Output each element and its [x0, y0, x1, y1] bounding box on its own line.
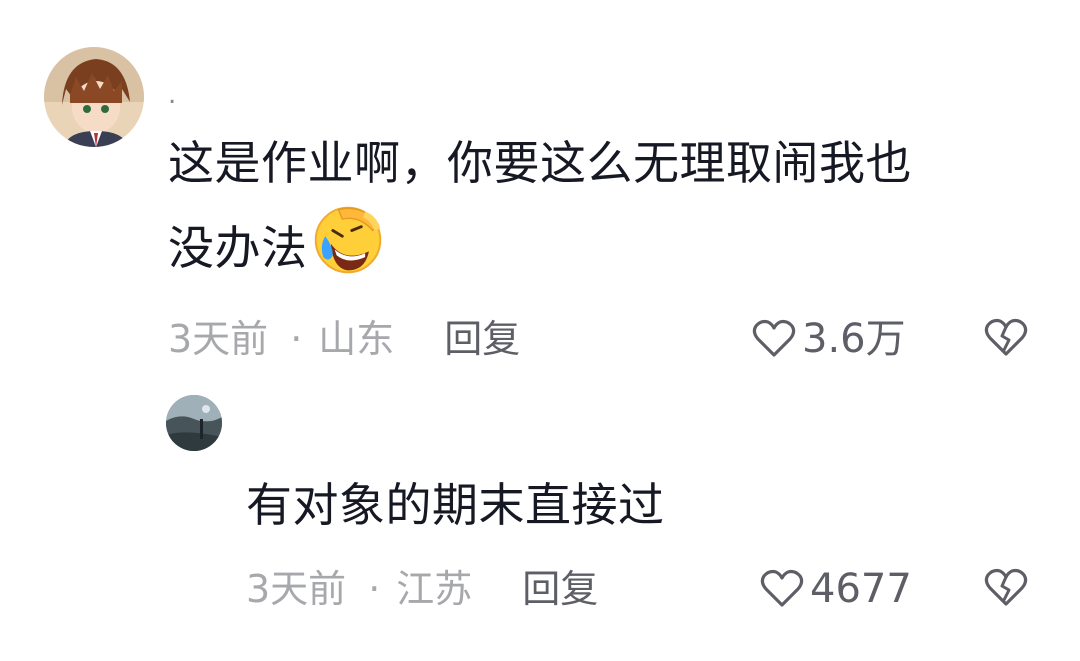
broken-heart-icon[interactable] — [984, 568, 1028, 608]
meta-separator: · — [290, 317, 303, 361]
comment-1: . 这是作业啊，你要这么无理取闹我也 没办法 3天前 · 山东 回复 3.6万 — [0, 0, 1080, 380]
comment-2-reply: 有对象的期末直接过 3天前 · 江苏 回复 4677 — [0, 380, 1080, 661]
heart-icon — [760, 569, 804, 607]
broken-heart-icon[interactable] — [984, 318, 1028, 358]
comment-text-line-2-text: 没办法 — [168, 221, 308, 275]
like-button[interactable]: 4677 — [760, 566, 912, 612]
meta-separator: · — [368, 567, 381, 611]
comment-text: 有对象的期末直接过 — [246, 478, 665, 532]
avatar[interactable] — [166, 395, 222, 451]
like-count: 3.6万 — [802, 316, 906, 362]
rolling-on-floor-laughing-emoji — [314, 206, 381, 274]
comment-time: 3天前 — [246, 567, 347, 611]
like-button[interactable]: 3.6万 — [752, 316, 906, 362]
like-count: 4677 — [810, 566, 912, 612]
landscape-avatar-image — [166, 395, 222, 451]
comment-text-line-1: 这是作业啊，你要这么无理取闹我也 — [168, 136, 912, 190]
comment-location: 江苏 — [396, 567, 473, 611]
reply-button[interactable]: 回复 — [522, 567, 598, 611]
anime-avatar-image — [44, 47, 144, 147]
avatar[interactable] — [44, 47, 144, 147]
username[interactable]: . — [168, 80, 176, 110]
comment-meta: 3天前 · 山东 回复 — [168, 316, 520, 362]
heart-icon — [752, 319, 796, 357]
comment-location: 山东 — [318, 317, 395, 361]
comment-text: 这是作业啊，你要这么无理取闹我也 没办法 — [168, 124, 912, 287]
comment-time: 3天前 — [168, 317, 269, 361]
comment-text-line-2: 没办法 — [168, 202, 912, 287]
reply-button[interactable]: 回复 — [444, 317, 520, 361]
comment-meta: 3天前 · 江苏 回复 — [246, 566, 598, 612]
